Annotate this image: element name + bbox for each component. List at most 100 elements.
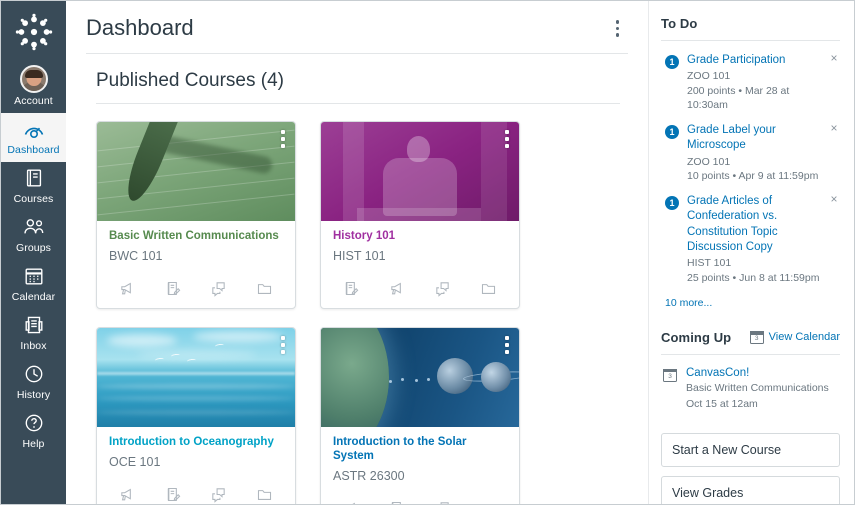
course-card-title[interactable]: History 101 [333,230,507,244]
assignments-icon[interactable] [343,280,360,297]
sidebar-item-help[interactable]: Help [1,407,66,456]
announcements-icon[interactable] [119,486,136,503]
coming-up-heading: Coming Up [661,330,731,345]
course-card-hero [321,122,519,221]
todo-more-link[interactable]: 10 more... [661,287,712,309]
announcements-icon[interactable] [119,280,136,297]
todo-heading: To Do [661,16,840,31]
groups-icon [22,216,46,240]
todo-item: 1 Grade Articles of Confederation vs. Co… [661,185,840,287]
files-icon[interactable] [256,486,273,503]
dashboard-options-button[interactable] [609,15,627,42]
sidebar-item-label: Inbox [20,340,46,352]
course-card[interactable]: Introduction to Oceanography OCE 101 [96,327,296,504]
sidebar-item-label: Calendar [12,291,55,303]
course-card-actions [321,269,519,308]
sidebar-item-inbox[interactable]: Inbox [1,309,66,358]
course-card-code: OCE 101 [109,455,283,469]
announcements-icon[interactable] [343,500,360,504]
view-grades-button[interactable]: View Grades [661,476,840,504]
todo-meta: 200 points • Mar 28 at 10:30am [687,84,827,112]
files-icon[interactable] [480,280,497,297]
courses-icon [23,167,45,191]
sidebar-item-dashboard[interactable]: Dashboard [1,113,66,162]
coming-up-item: 3 CanvasCon! Basic Written Communication… [661,358,840,411]
discussions-icon[interactable] [434,500,451,504]
course-card-hero [97,328,295,427]
course-card-code: BWC 101 [109,249,283,263]
inbox-icon [23,314,45,338]
files-icon[interactable] [480,500,497,504]
assignments-icon[interactable] [389,500,406,504]
course-card-title[interactable]: Basic Written Communications [109,230,283,244]
todo-course: HIST 101 [687,257,827,271]
todo-course: ZOO 101 [687,156,827,170]
course-card-body: Introduction to the Solar System ASTR 26… [321,427,519,485]
announcements-icon[interactable] [389,280,406,297]
course-card-title[interactable]: Introduction to the Solar System [333,436,507,464]
discussions-icon[interactable] [434,280,451,297]
assignments-icon[interactable] [165,486,182,503]
todo-badge: 1 [665,125,679,139]
assignments-icon[interactable] [165,280,182,297]
canvas-logo[interactable] [14,12,54,52]
page-header: Dashboard [66,1,648,53]
todo-title-link[interactable]: Grade Label your Microscope [687,123,827,153]
todo-title-link[interactable]: Grade Participation [687,53,827,68]
todo-item: 1 Grade Label your Microscope ZOO 101 10… [661,114,840,185]
course-card-grid: Basic Written Communications BWC 101 [86,104,628,504]
sidebar-item-account[interactable]: Account [1,60,66,113]
sidebar-item-label: Dashboard [7,144,59,156]
calendar-icon [23,265,45,289]
dashboard-body: Published Courses (4) Basic Written Comm… [66,53,648,504]
sidebar-item-groups[interactable]: Groups [1,211,66,260]
discussions-icon[interactable] [210,280,227,297]
course-card[interactable]: Introduction to the Solar System ASTR 26… [320,327,520,504]
canvas-dashboard-app: Account Dashboard Courses [0,0,855,505]
todo-dismiss-button[interactable]: × [828,122,840,134]
course-card-options-button[interactable] [505,130,509,148]
course-card-actions [321,489,519,504]
course-card-body: Introduction to Oceanography OCE 101 [97,427,295,471]
todo-dismiss-button[interactable]: × [828,52,840,64]
course-card-hero [321,328,519,427]
course-card-actions [97,269,295,308]
course-card-options-button[interactable] [281,130,285,148]
course-card-actions [97,475,295,504]
start-a-new-course-button[interactable]: Start a New Course [661,433,840,467]
right-sidebar: To Do 1 Grade Participation ZOO 101 200 … [649,1,854,504]
avatar [20,65,48,93]
discussions-icon[interactable] [210,486,227,503]
coming-up-title-link[interactable]: CanvasCon! [686,367,829,379]
files-icon[interactable] [256,280,273,297]
todo-item: 1 Grade Participation ZOO 101 200 points… [661,44,840,114]
todo-course: ZOO 101 [687,70,827,84]
todo-badge: 1 [665,55,679,69]
view-calendar-link[interactable]: 3 View Calendar [750,330,840,344]
sidebar-item-label: Courses [14,193,54,205]
course-card-hero [97,122,295,221]
clock-icon [23,363,45,387]
todo-meta: 25 points • Jun 8 at 11:59pm [687,271,827,285]
sidebar-item-label: Account [14,95,53,107]
sidebar-item-courses[interactable]: Courses [1,162,66,211]
course-card-options-button[interactable] [505,336,509,354]
coming-up-when: Oct 15 at 12am [686,397,829,411]
sidebar-item-label: Help [23,438,45,450]
coming-up-divider [661,354,840,355]
course-card-body: Basic Written Communications BWC 101 [97,221,295,265]
todo-title-link[interactable]: Grade Articles of Confederation vs. Cons… [687,194,827,255]
view-calendar-label: View Calendar [769,331,840,343]
global-navigation: Account Dashboard Courses [1,1,66,504]
calendar-icon: 3 [663,368,679,411]
sidebar-item-history[interactable]: History [1,358,66,407]
course-card[interactable]: History 101 HIST 101 [320,121,520,309]
course-card-title[interactable]: Introduction to Oceanography [109,436,283,450]
todo-divider [661,40,840,41]
todo-dismiss-button[interactable]: × [828,193,840,205]
sidebar-item-calendar[interactable]: Calendar [1,260,66,309]
todo-badge: 1 [665,196,679,210]
course-card-options-button[interactable] [281,336,285,354]
course-card-code: HIST 101 [333,249,507,263]
course-card[interactable]: Basic Written Communications BWC 101 [96,121,296,309]
